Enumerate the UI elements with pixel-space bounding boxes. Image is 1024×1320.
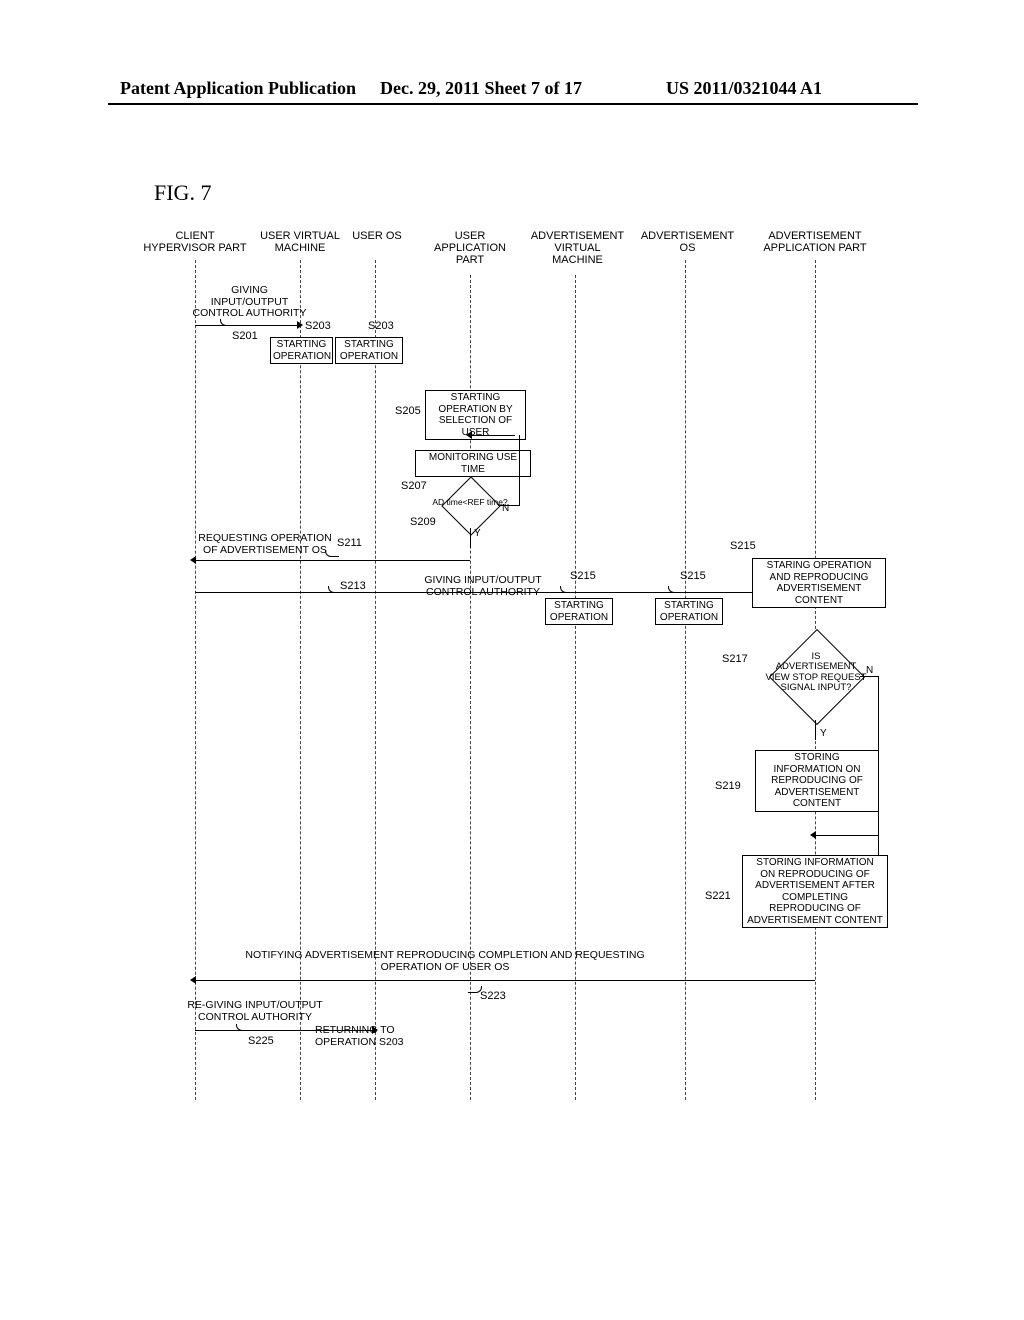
box-store-info: STORINGINFORMATION ONREPRODUCING OFADVER… — [755, 750, 879, 812]
msg-give-io: GIVING INPUT/OUTPUTCONTROL AUTHORITY — [192, 285, 307, 320]
box-monitor: MONITORING USE TIME — [415, 450, 531, 477]
step-s221: S221 — [705, 890, 731, 902]
lifeline-ad-os — [685, 260, 687, 1100]
lifeline-ad-vm — [575, 275, 577, 1100]
msg-req-ad-os: REQUESTING OPERATIONOF ADVERTISEMENT OS — [190, 533, 340, 556]
label-y1: Y — [474, 528, 481, 539]
step-s215-b: S215 — [680, 570, 706, 582]
page: Patent Application Publication Dec. 29, … — [0, 0, 1024, 1320]
step-s205: S205 — [395, 405, 421, 417]
step-s213: S213 — [340, 580, 366, 592]
step-s211: S211 — [337, 537, 362, 549]
header-left: Patent Application Publication — [120, 78, 356, 99]
lifeline-user-vm — [300, 260, 302, 1100]
lane-user-os: USER OS — [342, 230, 412, 242]
step-s209: S209 — [410, 516, 436, 528]
step-leader-icon-5 — [668, 586, 682, 593]
step-s201: S201 — [232, 330, 258, 342]
header-center: Dec. 29, 2011 Sheet 7 of 17 — [380, 78, 582, 99]
lane-user-app: USERAPPLICATIONPART — [420, 230, 520, 266]
step-leader-icon-3 — [328, 586, 342, 593]
lifeline-client-hypervisor — [195, 260, 197, 1100]
step-s217: S217 — [722, 653, 748, 665]
box-starting-op-advm: STARTINGOPERATION — [545, 598, 613, 625]
step-leader-icon-7 — [236, 1024, 250, 1031]
box-starting-op-uservm: STARTINGOPERATION — [270, 337, 333, 364]
box-start-repro: STARING OPERATIONAND REPRODUCINGADVERTIS… — [752, 558, 886, 608]
step-s203-a: S203 — [305, 320, 331, 332]
step-s223: S223 — [480, 990, 506, 1002]
step-s207: S207 — [401, 480, 427, 492]
label-n2: N — [866, 665, 873, 676]
box-starting-op-useros: STARTINGOPERATION — [335, 337, 403, 364]
msg-regive-io: RE-GIVING INPUT/OUTPUTCONTROL AUTHORITY — [185, 1000, 325, 1023]
msg-give-io2: GIVING INPUT/OUTPUTCONTROL AUTHORITY — [418, 575, 548, 598]
msg-notify: NOTIFYING ADVERTISEMENT REPRODUCING COMP… — [225, 950, 665, 973]
step-s215-c: S215 — [730, 540, 756, 552]
lane-user-vm: USER VIRTUALMACHINE — [250, 230, 350, 254]
sequence-diagram: CLIENTHYPERVISOR PART USER VIRTUALMACHIN… — [150, 230, 890, 1100]
msg-return203: RETURNING TOOPERATION S203 — [315, 1025, 415, 1048]
box-starting-op-ados: STARTINGOPERATION — [655, 598, 723, 625]
lane-client-hypervisor: CLIENTHYPERVISOR PART — [140, 230, 250, 254]
step-s203-b: S203 — [368, 320, 394, 332]
step-leader-icon — [220, 319, 234, 326]
diamond-stopreq-text: ISADVERTISEMENTVIEW STOP REQUESTSIGNAL I… — [758, 652, 874, 694]
lane-ad-os: ADVERTISEMENTOS — [630, 230, 745, 254]
lifeline-user-os — [375, 260, 377, 1100]
box-start-by-user: STARTINGOPERATION BYSELECTION OF USER — [425, 390, 526, 440]
box-store-after: STORING INFORMATIONON REPRODUCING OFADVE… — [742, 855, 888, 928]
lane-ad-vm: ADVERTISEMENTVIRTUALMACHINE — [520, 230, 635, 266]
label-y2: Y — [820, 728, 827, 739]
figure-title: FIG. 7 — [154, 180, 211, 206]
lane-ad-app: ADVERTISEMENTAPPLICATION PART — [750, 230, 880, 254]
step-leader-icon-2 — [325, 550, 339, 557]
step-s225: S225 — [248, 1035, 274, 1047]
step-leader-icon-4 — [560, 586, 574, 593]
step-s219: S219 — [715, 780, 741, 792]
step-s215-a: S215 — [570, 570, 596, 582]
header-divider — [108, 103, 918, 105]
header-right: US 2011/0321044 A1 — [666, 78, 822, 99]
